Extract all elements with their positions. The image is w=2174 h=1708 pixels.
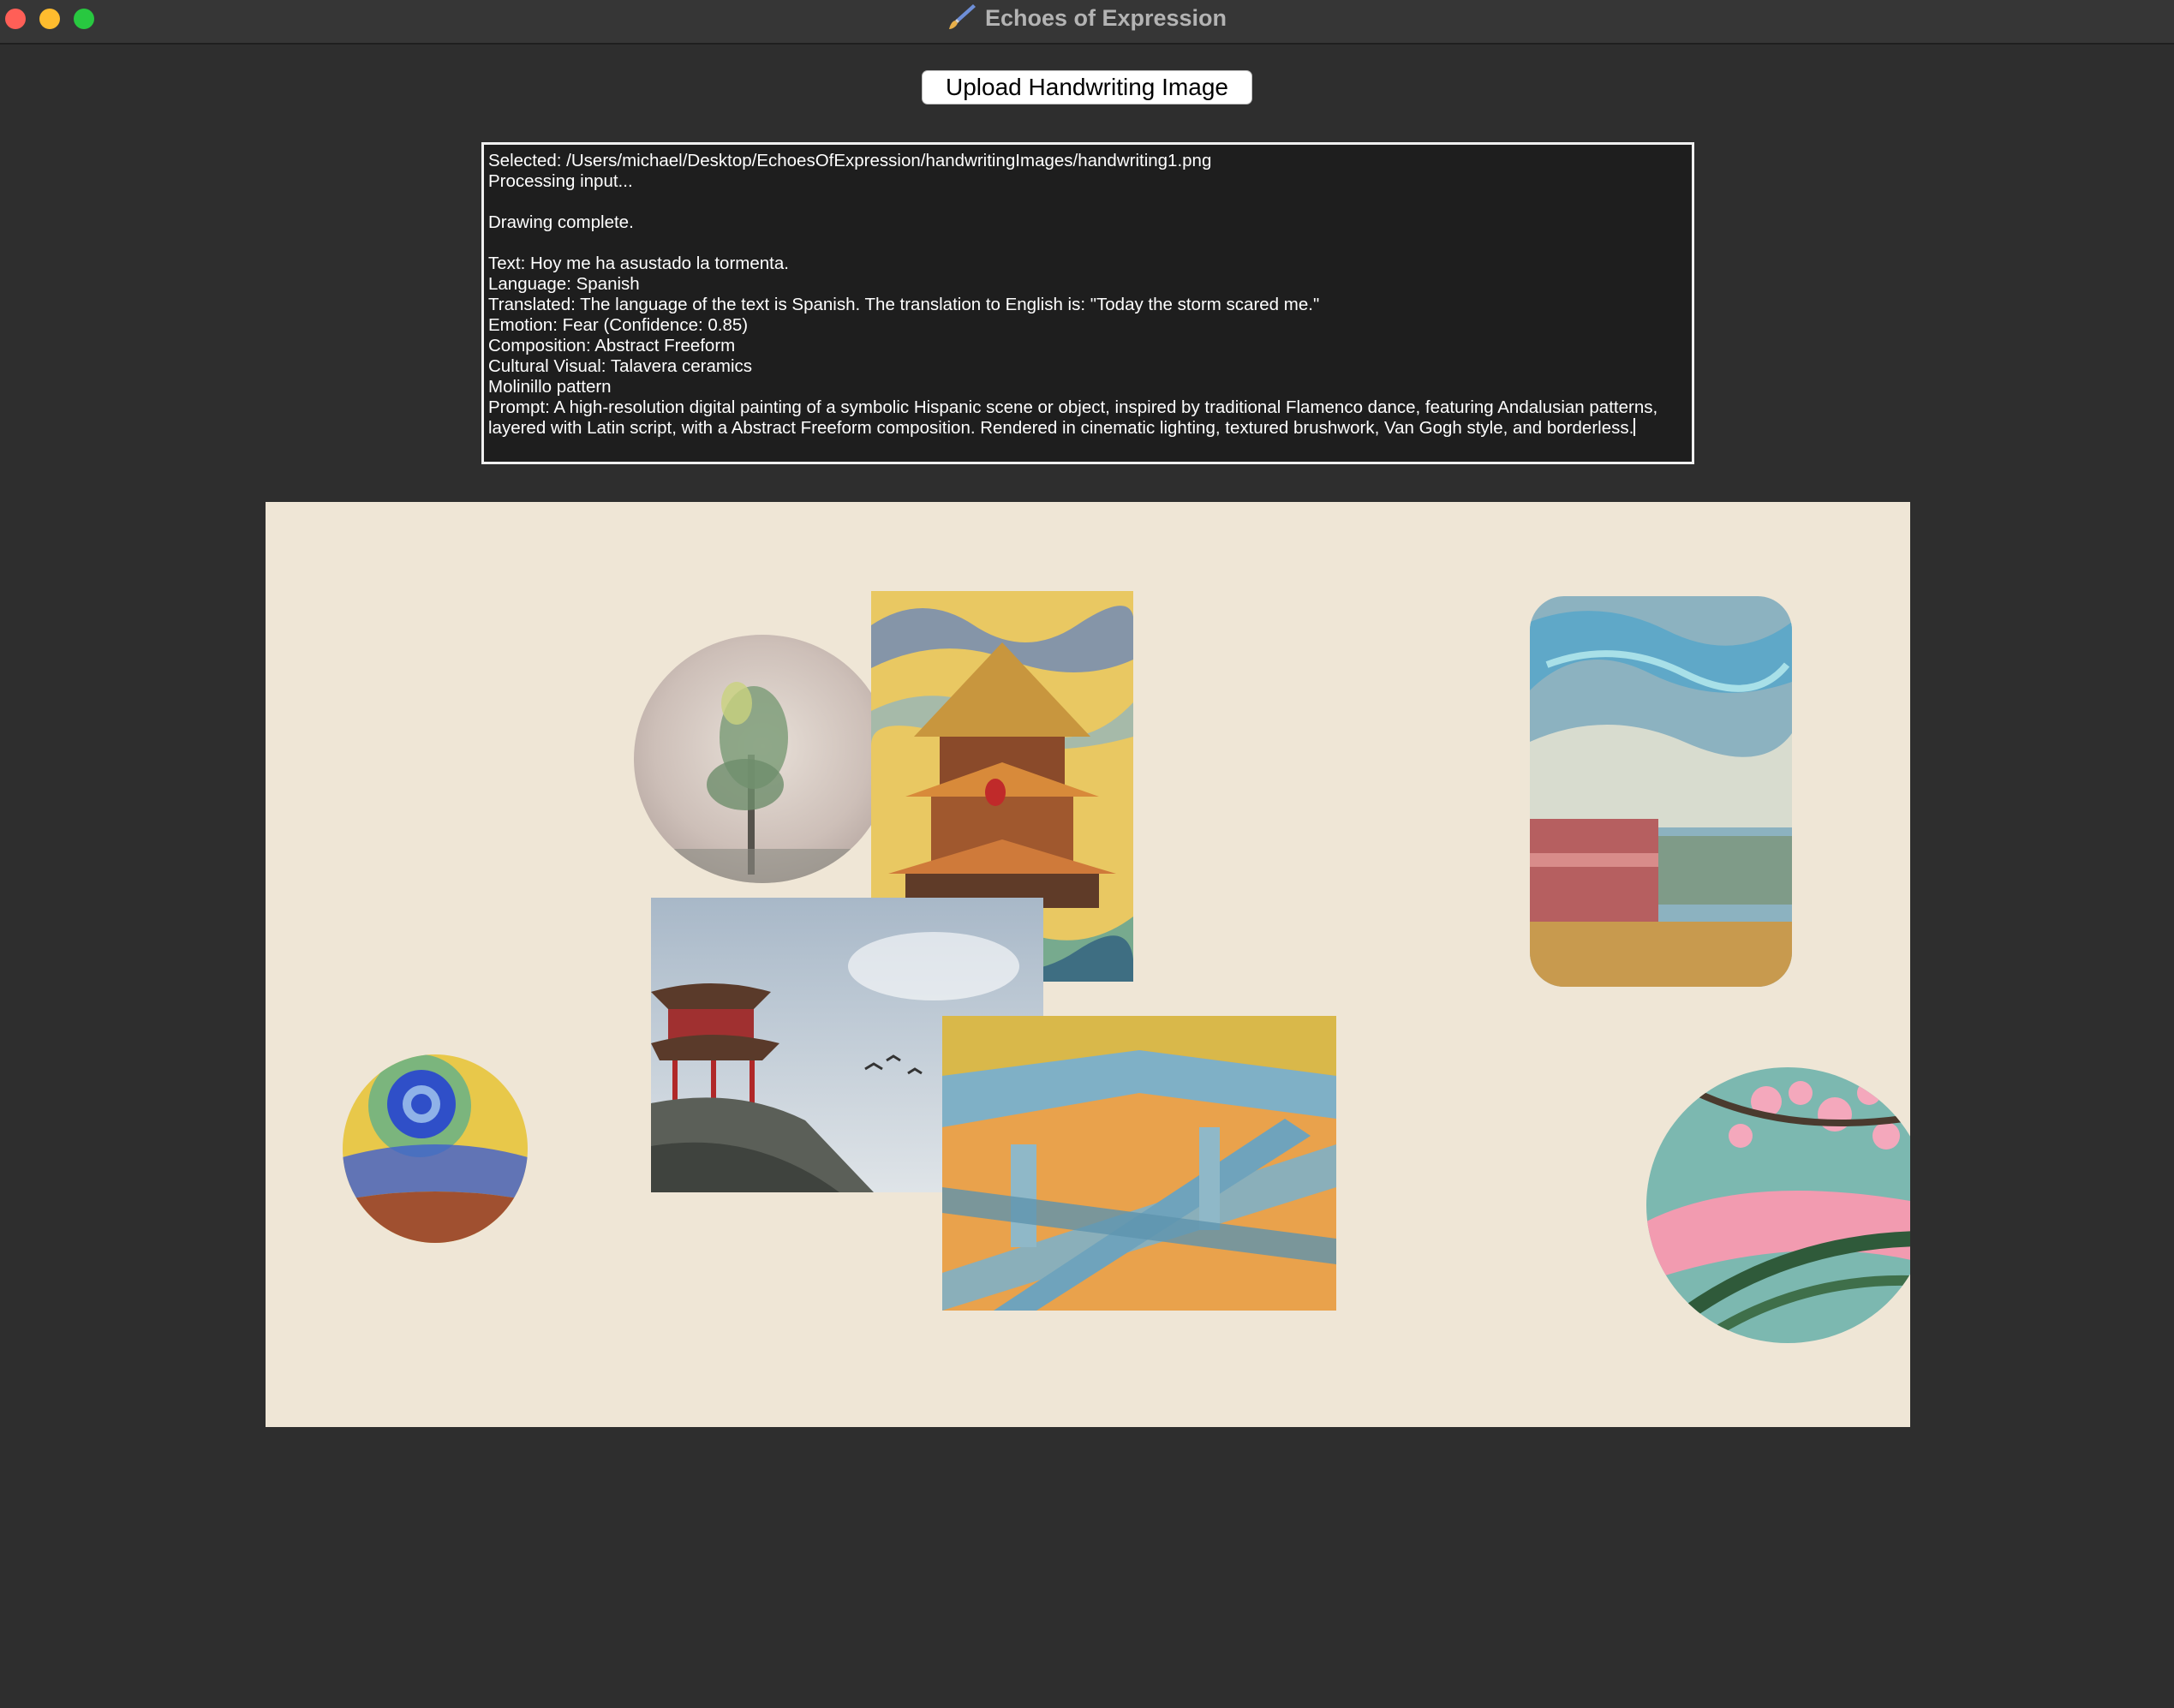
log-line: Emotion: Fear (Confidence: 0.85) xyxy=(488,315,749,335)
paintbrush-icon xyxy=(947,3,977,34)
barn-landscape-painting xyxy=(1530,596,1792,987)
mosaic-dome-vignette xyxy=(343,1054,528,1243)
ink-tree-vignette xyxy=(634,635,891,883)
log-line: Translated: The language of the text is … xyxy=(488,295,1320,314)
log-line: Selected: /Users/michael/Desktop/EchoesO… xyxy=(488,151,1212,170)
log-line: Processing input... xyxy=(488,171,633,191)
log-line: Composition: Abstract Freeform xyxy=(488,336,736,355)
log-line: Cultural Visual: Talavera ceramics xyxy=(488,356,753,376)
artwork-canvas xyxy=(266,502,1910,1427)
text-cursor xyxy=(1633,418,1636,436)
prompt-text: Prompt: A high-resolution digital painti… xyxy=(488,397,1658,438)
log-line: Text: Hoy me ha asustado la tormenta. xyxy=(488,254,789,273)
window-title-group: Echoes of Expression xyxy=(0,0,2174,36)
output-log[interactable]: Selected: /Users/michael/Desktop/EchoesO… xyxy=(481,142,1694,464)
window-title: Echoes of Expression xyxy=(984,4,1227,31)
cherry-blossom-vignette xyxy=(1646,1067,1910,1343)
upload-handwriting-button[interactable]: Upload Handwriting Image xyxy=(922,70,1252,105)
log-prompt: Prompt: A high-resolution digital painti… xyxy=(488,397,1687,439)
log-line: Molinillo pattern xyxy=(488,377,612,397)
abstract-beams-painting xyxy=(942,1016,1336,1311)
title-bar: Echoes of Expression xyxy=(0,0,2174,45)
log-line: Language: Spanish xyxy=(488,274,640,294)
log-line: Drawing complete. xyxy=(488,212,634,232)
